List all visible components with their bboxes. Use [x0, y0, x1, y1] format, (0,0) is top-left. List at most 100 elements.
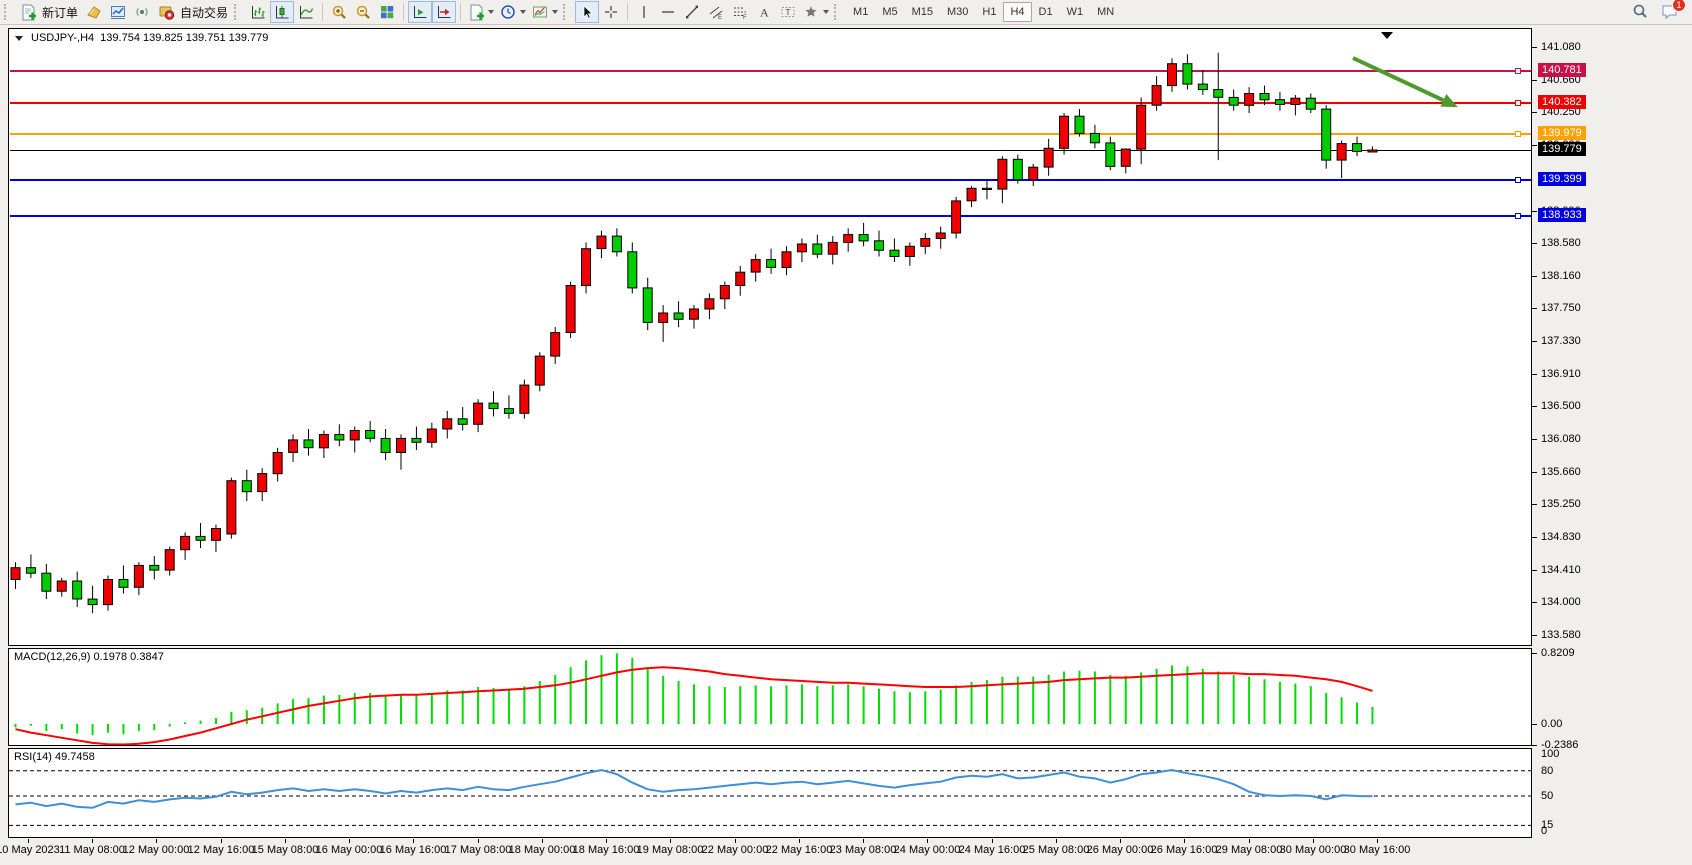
- candle-body: [119, 580, 128, 588]
- rsi-panel[interactable]: RSI(14) 49.7458: [8, 748, 1532, 838]
- shapes-icon: [803, 4, 820, 21]
- new-order-label[interactable]: 新订单: [42, 4, 78, 21]
- main-chart-panel[interactable]: USDJPY-,H4 139.754 139.825 139.751 139.7…: [8, 28, 1532, 646]
- price-tick-label: 138.580: [1541, 237, 1581, 250]
- vertical-line-icon: [636, 4, 653, 21]
- candle-body: [582, 249, 591, 286]
- candle-body: [612, 236, 621, 252]
- text-button[interactable]: A: [752, 1, 776, 23]
- line-handle[interactable]: [1515, 131, 1521, 137]
- vertical-line-button[interactable]: [632, 1, 656, 23]
- candle-body: [289, 440, 298, 453]
- bar-chart-button[interactable]: [246, 1, 270, 23]
- candle-body: [1121, 149, 1130, 166]
- zoom-out-button[interactable]: [351, 1, 375, 23]
- tab-timeframe-h1[interactable]: H1: [975, 2, 1003, 22]
- periods-button[interactable]: [497, 1, 529, 23]
- tab-timeframe-m1[interactable]: M1: [846, 2, 875, 22]
- price-tick-label: 138.160: [1541, 270, 1581, 283]
- price-tick: [1532, 80, 1537, 81]
- crosshair-button[interactable]: [599, 1, 623, 23]
- time-tick: [478, 839, 479, 843]
- crosshair-icon: [603, 4, 620, 21]
- trendline-button[interactable]: [680, 1, 704, 23]
- candle-body: [26, 568, 35, 574]
- price-tick: [1532, 537, 1537, 538]
- metaeditor-button[interactable]: [82, 1, 106, 23]
- candle-body: [335, 435, 344, 441]
- price-line-label[interactable]: 140.781: [1538, 63, 1586, 77]
- tab-timeframe-d1[interactable]: D1: [1032, 2, 1060, 22]
- line-handle[interactable]: [1515, 177, 1521, 183]
- tab-timeframe-w1[interactable]: W1: [1060, 2, 1091, 22]
- macd-panel[interactable]: MACD(12,26,9) 0.1978 0.3847: [8, 648, 1532, 746]
- line-handle[interactable]: [1515, 68, 1521, 74]
- candle-body: [936, 233, 945, 239]
- search-button[interactable]: [1628, 1, 1652, 23]
- fibonacci-button[interactable]: F: [728, 1, 752, 23]
- zoom-out-icon: [355, 4, 372, 21]
- price-tick-label: 135.660: [1541, 466, 1581, 479]
- macd-tick: [1532, 653, 1537, 654]
- time-tick: [1056, 839, 1057, 843]
- candle-body: [319, 435, 328, 448]
- line-handle[interactable]: [1515, 100, 1521, 106]
- new-order-button[interactable]: [16, 1, 40, 23]
- time-axis[interactable]: 10 May 202311 May 08:0012 May 00:0012 Ma…: [0, 838, 1532, 865]
- toolbar: 新订单 自动交易: [0, 0, 1692, 24]
- chart-shift-button[interactable]: [432, 1, 456, 23]
- candle-body: [350, 431, 359, 440]
- candle-body: [844, 235, 853, 243]
- tab-timeframe-m30[interactable]: M30: [940, 2, 975, 22]
- zoom-in-button[interactable]: [327, 1, 351, 23]
- price-line-label[interactable]: 139.779: [1538, 142, 1586, 156]
- time-axis-label: 30 May 16:00: [1332, 844, 1422, 856]
- candle-body: [88, 599, 97, 605]
- candle-body: [397, 438, 406, 452]
- equidistant-channel-button[interactable]: E: [704, 1, 728, 23]
- horizontal-line-button[interactable]: [656, 1, 680, 23]
- line-handle[interactable]: [1515, 213, 1521, 219]
- collapse-icon[interactable]: [15, 36, 23, 41]
- fibonacci-icon: F: [732, 4, 749, 21]
- price-axis[interactable]: 141.080140.660140.250139.830138.990138.5…: [1532, 25, 1692, 865]
- line-chart-button[interactable]: [294, 1, 318, 23]
- candlestick-chart-button[interactable]: [270, 1, 294, 23]
- price-tick-label: 134.830: [1541, 531, 1581, 544]
- templates-button[interactable]: [529, 1, 561, 23]
- price-line-label[interactable]: 139.979: [1538, 126, 1586, 140]
- time-tick: [542, 839, 543, 843]
- tile-windows-button[interactable]: [375, 1, 399, 23]
- autotrade-label[interactable]: 自动交易: [180, 4, 228, 21]
- rsi-axis-label: 0: [1541, 825, 1547, 838]
- candle-body: [150, 565, 159, 570]
- tab-timeframe-mn[interactable]: MN: [1090, 2, 1121, 22]
- autotrade-button[interactable]: [154, 1, 178, 23]
- candle-body: [1013, 159, 1022, 179]
- price-line-label[interactable]: 138.933: [1538, 208, 1586, 222]
- shapes-button[interactable]: [800, 1, 832, 23]
- time-tick: [927, 839, 928, 843]
- market-watch-button[interactable]: [106, 1, 130, 23]
- auto-scroll-button[interactable]: [408, 1, 432, 23]
- candle-body: [890, 250, 899, 256]
- candle-body: [196, 536, 205, 540]
- price-line-label[interactable]: 140.382: [1538, 95, 1586, 109]
- price-tick-label: 134.000: [1541, 596, 1581, 609]
- candle-body: [104, 580, 113, 605]
- tab-timeframe-m15[interactable]: M15: [905, 2, 940, 22]
- tab-timeframe-h4[interactable]: H4: [1003, 2, 1031, 22]
- candle-body: [1291, 98, 1300, 104]
- candle-body: [181, 536, 190, 549]
- indicators-button[interactable]: [465, 1, 497, 23]
- candle-body: [1198, 84, 1207, 90]
- price-line-label[interactable]: 139.399: [1538, 172, 1586, 186]
- signal-button[interactable]: [130, 1, 154, 23]
- candle-body: [258, 474, 267, 492]
- chart-symbol-period: USDJPY-,H4: [31, 32, 94, 44]
- text-label-button[interactable]: T: [776, 1, 800, 23]
- cursor-button[interactable]: [575, 1, 599, 23]
- chart-window: USDJPY-,H4 139.754 139.825 139.751 139.7…: [0, 25, 1692, 865]
- notifications-button[interactable]: 1: [1658, 1, 1682, 23]
- tab-timeframe-m5[interactable]: M5: [875, 2, 904, 22]
